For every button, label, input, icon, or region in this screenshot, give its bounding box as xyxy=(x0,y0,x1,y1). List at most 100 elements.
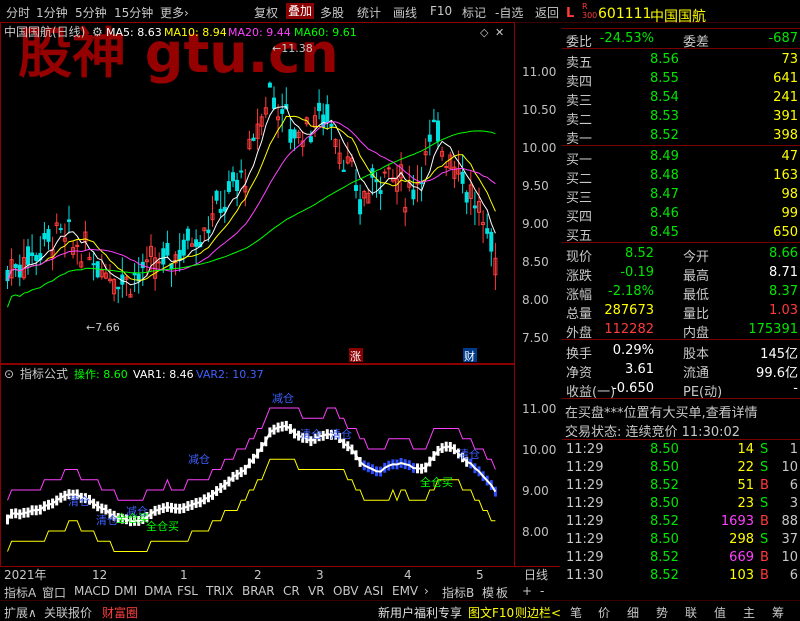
bid-level-4[interactable]: 买四 8.46 99 xyxy=(562,204,800,225)
tab-vr[interactable]: VR xyxy=(308,584,325,598)
weicha-value: -687 xyxy=(768,31,798,46)
btn-overlay[interactable]: 叠加 xyxy=(286,3,315,19)
level-volume: 641 xyxy=(773,71,798,86)
btn-draw-line[interactable]: 画线 xyxy=(393,4,417,21)
tab-asi[interactable]: ASI xyxy=(364,584,383,598)
tick-volume: 14 xyxy=(737,442,754,457)
related-quote-button[interactable]: 关联报价 xyxy=(44,604,92,621)
zoom-in-icon[interactable]: + xyxy=(522,584,532,598)
stat-value: -0.650 xyxy=(612,381,654,396)
stat-row: 总量 287673 量比 1.03 xyxy=(562,301,800,322)
ask-level-3[interactable]: 卖三 8.54 241 xyxy=(562,88,800,109)
tab-dmi[interactable]: DMI xyxy=(114,584,137,598)
candle-body xyxy=(157,261,162,264)
tab-bi[interactable]: 笔 xyxy=(570,604,582,621)
level-price: 8.53 xyxy=(650,109,679,124)
tab-indicator-b[interactable]: 指标B xyxy=(442,584,474,601)
tick-volume: 22 xyxy=(737,460,754,475)
tab-indicator-a[interactable]: 指标A xyxy=(4,584,36,601)
caozuo-label: 操作: 8.60 xyxy=(74,367,128,381)
tab-trix[interactable]: TRIX xyxy=(206,584,233,598)
expand-button[interactable]: 扩展∧ xyxy=(4,604,37,621)
tab-macd[interactable]: MACD xyxy=(74,584,110,598)
indicator-settings-icon[interactable]: ⊙ xyxy=(4,367,14,381)
bid-level-5[interactable]: 买五 8.45 650 xyxy=(562,223,800,244)
tab-xi[interactable]: 细 xyxy=(627,604,639,621)
tab-lian[interactable]: 联 xyxy=(685,604,697,621)
tab-board[interactable]: 板 xyxy=(496,584,508,601)
btn-add-watchlist[interactable]: -自选 xyxy=(495,4,523,21)
stat-value: -2.18% xyxy=(608,284,654,299)
chevron-right-icon[interactable]: › xyxy=(424,584,429,598)
tab-zhi[interactable]: 值 xyxy=(714,604,726,621)
level-volume: 47 xyxy=(781,149,798,164)
tick-side: B xyxy=(760,550,769,565)
tab-fsl[interactable]: FSL xyxy=(177,584,198,598)
candle-body xyxy=(222,206,227,212)
candle-body xyxy=(427,134,432,142)
tab-brar[interactable]: BRAR xyxy=(242,584,275,598)
candle-body xyxy=(239,170,244,173)
btn-stats[interactable]: 统计 xyxy=(357,4,381,21)
bid-level-3[interactable]: 买三 8.47 98 xyxy=(562,185,800,206)
ask-level-4[interactable]: 卖四 8.55 641 xyxy=(562,69,800,90)
big-order-notice[interactable]: 在买盘***位置有大买单,查看详情 xyxy=(562,400,800,421)
tick-price: 8.50 xyxy=(650,496,679,511)
annot-qingcang: 清仓 xyxy=(458,447,480,461)
candle-body xyxy=(472,205,477,209)
ask-level-2[interactable]: 卖二 8.53 391 xyxy=(562,107,800,128)
btn-fuquan[interactable]: 复权 xyxy=(254,4,278,21)
close-icon[interactable]: ✕ xyxy=(495,26,504,39)
bid-level-1[interactable]: 买一 8.49 47 xyxy=(562,147,800,168)
tab-zhu[interactable]: 主 xyxy=(743,604,755,621)
level-volume: 241 xyxy=(773,90,798,105)
tab-5min[interactable]: 5分钟 xyxy=(75,4,107,21)
f10-graphic-link[interactable]: 图文F10 xyxy=(468,604,514,621)
candle-body xyxy=(329,123,334,127)
x-label: 3 xyxy=(316,568,324,582)
btn-f10[interactable]: F10 xyxy=(430,4,452,18)
tab-dma[interactable]: DMA xyxy=(144,584,172,598)
tab-cr[interactable]: CR xyxy=(283,584,300,598)
btn-back[interactable]: 返回 xyxy=(535,4,559,21)
diamond-icon[interactable]: ◇ xyxy=(480,26,489,39)
weibi-value: -24.53% xyxy=(599,31,654,46)
sidebar-toggle[interactable]: 则边栏< xyxy=(515,604,561,621)
tab-emv[interactable]: EMV xyxy=(392,584,418,598)
tick-side: S xyxy=(760,460,769,475)
indicator-tabs: 指标A 窗口 MACD DMI DMA FSL TRIX BRAR CR VR … xyxy=(0,582,560,600)
tab-shi[interactable]: 势 xyxy=(656,604,668,621)
btn-mark[interactable]: 标记 xyxy=(462,4,486,21)
tick-count: 6 xyxy=(789,478,798,493)
tick-side: B xyxy=(760,568,769,583)
candle-body xyxy=(132,272,137,276)
ma-settings-icon[interactable]: ⚙ xyxy=(92,25,103,39)
zhang-tag[interactable]: 涨 xyxy=(350,350,361,363)
tab-timeshare[interactable]: 分时 xyxy=(6,4,30,21)
tab-template[interactable]: 模 xyxy=(482,584,494,601)
new-user-welfare-link[interactable]: 新用户福利专享 xyxy=(378,604,462,621)
ma20-label: MA20: 9.44 xyxy=(228,26,291,39)
ask-level-5[interactable]: 卖五 8.56 73 xyxy=(562,50,800,71)
tab-obv[interactable]: OBV xyxy=(333,584,359,598)
tab-chou[interactable]: 筹 xyxy=(772,604,784,621)
tab-more[interactable]: 更多› xyxy=(160,4,189,21)
tick-count: 10 xyxy=(781,550,798,565)
main-y-axis: 11.00 10.50 10.00 9.50 9.00 8.50 8.00 7.… xyxy=(522,65,556,345)
wealth-circle-button[interactable]: 财富圈 xyxy=(102,604,138,621)
tick-volume: 103 xyxy=(729,568,754,583)
tab-15min[interactable]: 15分钟 xyxy=(114,4,153,21)
tab-1min[interactable]: 1分钟 xyxy=(36,4,68,21)
annot-qingcang: 清仓 xyxy=(96,513,118,527)
zoom-out-icon[interactable]: - xyxy=(540,584,544,598)
kline-chart[interactable]: 股神 gtu.cn 11.00 10.50 10.00 9.50 9.00 8.… xyxy=(0,22,560,582)
cai-tag[interactable]: 财 xyxy=(464,349,475,363)
x-label: 2021年 xyxy=(4,568,47,582)
candle-body xyxy=(431,119,436,123)
tab-window[interactable]: 窗口 xyxy=(42,584,66,601)
bid-level-2[interactable]: 买二 8.48 163 xyxy=(562,166,800,187)
candle-body xyxy=(411,189,416,200)
ask-level-1[interactable]: 卖一 8.52 398 xyxy=(562,126,800,147)
tab-jia[interactable]: 价 xyxy=(598,604,610,621)
btn-multi-stock[interactable]: 多股 xyxy=(320,4,344,21)
